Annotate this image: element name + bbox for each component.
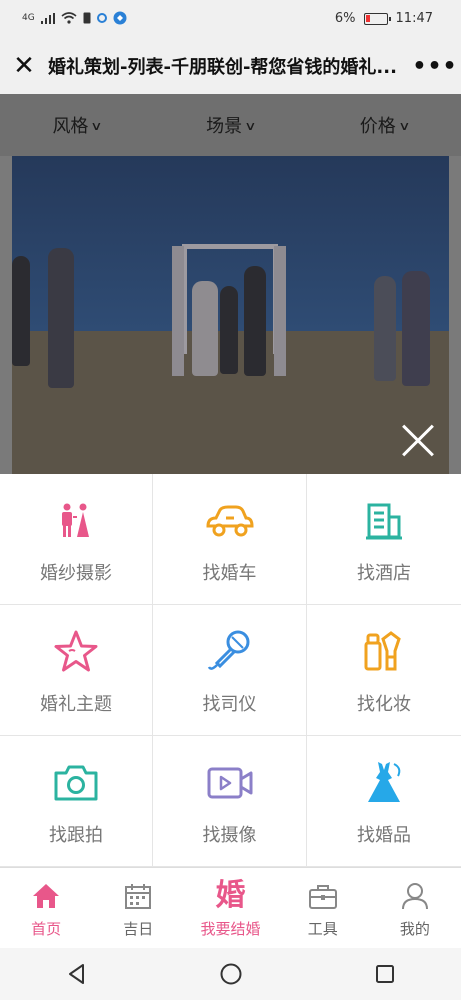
battery-percent: 6% bbox=[334, 11, 356, 26]
filter-label: 价格 bbox=[359, 116, 396, 137]
grid-label: 找司仪 bbox=[202, 694, 257, 715]
filter-style[interactable]: 风格 ∨ bbox=[0, 94, 154, 156]
grid-item-follow-shoot[interactable]: 找跟拍 bbox=[0, 736, 153, 867]
system-nav-bar bbox=[0, 948, 461, 1000]
page-title: 婚礼策划-列表-千朋联创-帮您省钱的婚礼... bbox=[48, 57, 397, 78]
status-icons-right: 6% 11:47 bbox=[335, 11, 433, 26]
grid-item-videography[interactable]: 找摄像 bbox=[153, 736, 307, 867]
tab-get-married[interactable]: 婚 我要结婚 bbox=[184, 868, 276, 948]
tab-mine[interactable]: 我的 bbox=[369, 868, 461, 948]
grid-item-wedding-theme[interactable]: 婚礼主题 bbox=[0, 605, 153, 736]
filter-scene[interactable]: 场景 ∨ bbox=[154, 94, 308, 156]
battery-icon bbox=[363, 12, 391, 25]
close-banner-icon[interactable] bbox=[397, 421, 437, 461]
grid-item-mc[interactable]: 找司仪 bbox=[153, 605, 307, 736]
tab-label: 工具 bbox=[307, 919, 338, 938]
grid-label: 找跟拍 bbox=[49, 825, 103, 846]
grid-label: 婚礼主题 bbox=[40, 694, 112, 715]
network-indicator: 4G bbox=[22, 13, 35, 23]
couple-icon bbox=[48, 493, 104, 549]
title-bar: ✕ 婚礼策划-列表-千朋联创-帮您省钱的婚礼... ••• bbox=[0, 38, 461, 94]
tab-label: 我的 bbox=[399, 919, 430, 938]
clock: 11:47 bbox=[395, 11, 433, 26]
tab-label: 吉日 bbox=[123, 919, 154, 938]
feature-grid: 婚纱摄影 找婚车 找酒店 婚礼主题 找司仪 找化妆 找跟拍 找摄像 找婚品 bbox=[0, 474, 461, 867]
grid-item-wedding-photo[interactable]: 婚纱摄影 bbox=[0, 474, 153, 605]
grid-label: 找婚车 bbox=[202, 563, 257, 584]
grid-label: 找化妆 bbox=[357, 694, 411, 715]
marry-char: 婚 bbox=[215, 877, 246, 913]
close-icon[interactable]: ✕ bbox=[0, 38, 48, 94]
toolbox-icon bbox=[308, 878, 338, 914]
filter-price[interactable]: 价格 ∨ bbox=[307, 94, 461, 156]
chevron-down-icon: ∨ bbox=[244, 119, 257, 133]
tab-tools[interactable]: 工具 bbox=[277, 868, 369, 948]
more-menu-button[interactable]: ••• bbox=[410, 54, 460, 79]
tab-label: 我要结婚 bbox=[200, 919, 261, 938]
grid-item-wedding-goods[interactable]: 找婚品 bbox=[307, 736, 461, 867]
recents-icon[interactable] bbox=[374, 963, 396, 985]
dimmed-content: 风格 ∨ 场景 ∨ 价格 ∨ bbox=[0, 94, 461, 474]
signal-icon bbox=[40, 12, 55, 24]
status-bar: 4G 6% 11:47 bbox=[0, 0, 461, 38]
filter-label: 风格 bbox=[52, 116, 89, 137]
home-nav-icon[interactable] bbox=[219, 962, 243, 986]
user-icon bbox=[400, 878, 430, 914]
bottom-tab-bar: 首页 吉日 婚 我要结婚 工具 我的 bbox=[0, 867, 461, 948]
grid-item-wedding-car[interactable]: 找婚车 bbox=[153, 474, 307, 605]
grid-item-makeup[interactable]: 找化妆 bbox=[307, 605, 461, 736]
filter-label: 场景 bbox=[206, 116, 243, 137]
video-icon bbox=[202, 755, 258, 811]
home-icon bbox=[31, 878, 61, 914]
banner-image[interactable] bbox=[12, 156, 449, 474]
grid-label: 找摄像 bbox=[202, 825, 257, 846]
chevron-down-icon: ∨ bbox=[90, 119, 103, 133]
calendar-icon bbox=[124, 878, 152, 914]
hotel-icon bbox=[356, 493, 412, 549]
status-icons-left: 4G bbox=[22, 11, 127, 25]
makeup-icon bbox=[356, 624, 412, 680]
sim-icon bbox=[83, 12, 91, 24]
grid-label: 婚纱摄影 bbox=[40, 563, 112, 584]
tab-label: 首页 bbox=[31, 919, 62, 938]
grid-label: 找酒店 bbox=[357, 563, 411, 584]
tab-lucky-day[interactable]: 吉日 bbox=[92, 868, 184, 948]
filter-bar: 风格 ∨ 场景 ∨ 价格 ∨ bbox=[0, 94, 461, 156]
star-icon bbox=[48, 624, 104, 680]
tab-home[interactable]: 首页 bbox=[0, 868, 92, 948]
app-notification-icon bbox=[96, 13, 107, 23]
wifi-icon bbox=[61, 12, 77, 24]
grid-item-hotel[interactable]: 找酒店 bbox=[307, 474, 461, 605]
chevron-down-icon: ∨ bbox=[398, 119, 411, 133]
back-icon[interactable] bbox=[66, 963, 88, 985]
app-notification-icon-2 bbox=[113, 11, 127, 25]
grid-label: 找婚品 bbox=[357, 825, 411, 846]
car-icon bbox=[202, 493, 258, 549]
microphone-icon bbox=[202, 624, 258, 680]
dress-icon bbox=[356, 755, 412, 811]
marry-icon: 婚 bbox=[216, 878, 246, 914]
camera-icon bbox=[48, 755, 104, 811]
